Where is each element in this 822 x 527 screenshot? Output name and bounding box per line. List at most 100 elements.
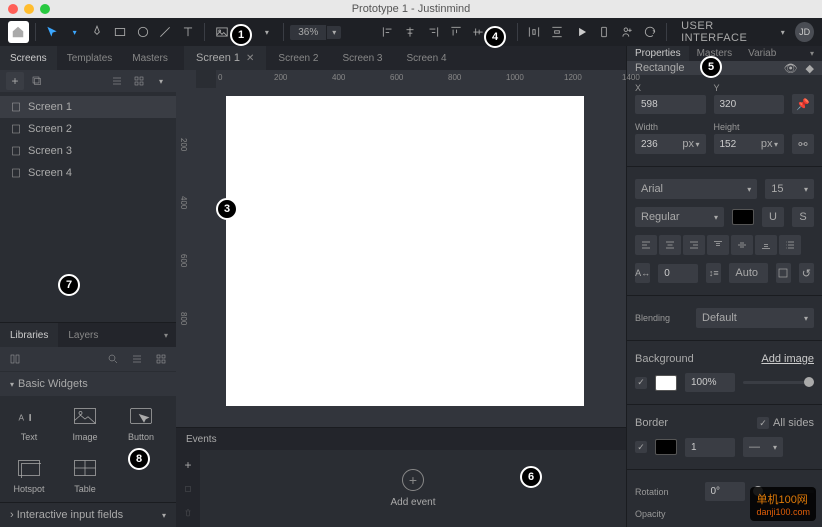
user-avatar[interactable]: JD bbox=[795, 22, 814, 42]
library-search-button[interactable] bbox=[104, 350, 122, 368]
canvas-tab-4[interactable]: Screen 4 bbox=[394, 46, 458, 70]
screen-row-3[interactable]: Screen 3 bbox=[0, 140, 176, 162]
font-weight-select[interactable]: Regular▾ bbox=[635, 207, 724, 227]
rectangle-tool[interactable] bbox=[110, 21, 131, 43]
add-tool[interactable]: + bbox=[234, 21, 255, 43]
background-color-swatch[interactable] bbox=[655, 375, 677, 391]
height-input[interactable] bbox=[720, 139, 760, 150]
text-align-bottom[interactable] bbox=[755, 235, 777, 255]
libraries-tab[interactable]: Libraries bbox=[0, 323, 58, 347]
border-width-input[interactable] bbox=[685, 438, 735, 457]
reset-text-icon[interactable]: ↺ bbox=[799, 263, 814, 283]
widget-section-header[interactable]: ▾Basic Widgets bbox=[0, 372, 176, 396]
text-align-middle[interactable] bbox=[731, 235, 753, 255]
width-input[interactable] bbox=[641, 139, 681, 150]
screen-row-2[interactable]: Screen 2 bbox=[0, 118, 176, 140]
share-button[interactable] bbox=[617, 21, 638, 43]
text-align-top[interactable] bbox=[707, 235, 729, 255]
border-color-swatch[interactable] bbox=[655, 439, 677, 455]
border-style-select[interactable]: —▾ bbox=[743, 437, 783, 457]
canvas[interactable] bbox=[196, 88, 626, 427]
strikethrough-button[interactable]: S bbox=[792, 207, 814, 227]
select-dropdown[interactable]: ▾ bbox=[64, 21, 85, 43]
align-left[interactable] bbox=[377, 21, 398, 43]
line-tool[interactable] bbox=[155, 21, 176, 43]
right-masters-tab[interactable]: Masters bbox=[689, 46, 741, 61]
library-menu-button[interactable] bbox=[6, 350, 24, 368]
align-top[interactable] bbox=[445, 21, 466, 43]
align-center-h[interactable] bbox=[400, 21, 421, 43]
right-tabs-dropdown[interactable]: ▾ bbox=[802, 49, 822, 58]
close-tab-icon[interactable]: ✕ bbox=[246, 53, 254, 64]
add-dropdown[interactable]: ▾ bbox=[257, 21, 278, 43]
widget-button[interactable]: Button bbox=[120, 404, 162, 442]
widget-text[interactable]: AIText bbox=[8, 404, 50, 442]
screens-sort-dropdown[interactable]: ▾ bbox=[152, 72, 170, 90]
add-event-side-button[interactable]: + bbox=[179, 456, 197, 474]
all-sides-checkbox[interactable]: ✓ bbox=[757, 417, 769, 429]
align-middle[interactable] bbox=[468, 21, 489, 43]
copy-event-button[interactable] bbox=[179, 480, 197, 498]
duplicate-screen-button[interactable] bbox=[28, 72, 46, 90]
workspace-select[interactable]: USER INTERFACE▾ bbox=[673, 20, 793, 44]
grid-view-button[interactable] bbox=[130, 72, 148, 90]
add-image-link[interactable]: Add image bbox=[761, 353, 814, 365]
zoom-value[interactable]: 36% bbox=[290, 25, 326, 40]
home-button[interactable] bbox=[8, 21, 29, 43]
x-input[interactable] bbox=[635, 95, 706, 114]
pen-tool[interactable] bbox=[87, 21, 108, 43]
widget-hotspot[interactable]: Hotspot bbox=[8, 456, 50, 494]
add-event-button[interactable]: + bbox=[402, 469, 424, 491]
device-preview[interactable] bbox=[594, 21, 615, 43]
blending-select[interactable]: Default▾ bbox=[696, 308, 814, 328]
select-tool[interactable] bbox=[42, 21, 63, 43]
font-color-swatch[interactable] bbox=[732, 209, 754, 225]
distribute-v[interactable] bbox=[547, 21, 568, 43]
library-grid-view[interactable] bbox=[152, 350, 170, 368]
background-checkbox[interactable]: ✓ bbox=[635, 377, 647, 389]
zoom-dropdown[interactable]: ▾ bbox=[327, 26, 341, 39]
lib-tabs-dropdown[interactable]: ▾ bbox=[156, 331, 176, 340]
rotation-input[interactable] bbox=[705, 482, 745, 501]
play-button[interactable] bbox=[571, 21, 592, 43]
masters-tab[interactable]: Masters bbox=[122, 46, 178, 70]
background-opacity-input[interactable] bbox=[685, 373, 735, 392]
char-spacing-input[interactable] bbox=[658, 264, 698, 283]
close-window[interactable] bbox=[8, 4, 18, 14]
library-list-view[interactable] bbox=[128, 350, 146, 368]
minimize-window[interactable] bbox=[24, 4, 34, 14]
maximize-window[interactable] bbox=[40, 4, 50, 14]
sync-button[interactable] bbox=[640, 21, 661, 43]
delete-event-button[interactable] bbox=[179, 504, 197, 522]
font-family-select[interactable]: Arial▾ bbox=[635, 179, 757, 199]
canvas-tab-1[interactable]: Screen 1✕ bbox=[184, 46, 266, 70]
visibility-icon[interactable]: 👁 bbox=[784, 62, 798, 75]
canvas-tab-2[interactable]: Screen 2 bbox=[266, 46, 330, 70]
background-opacity-slider[interactable] bbox=[743, 381, 814, 384]
layers-tab[interactable]: Layers bbox=[58, 323, 108, 347]
transform-icon[interactable] bbox=[776, 263, 791, 283]
zoom-control[interactable]: 36% ▾ bbox=[290, 25, 341, 40]
font-size-select[interactable]: 15▾ bbox=[765, 179, 814, 199]
library-footer[interactable]: › Interactive input fields▾ bbox=[0, 502, 176, 527]
pin-icon[interactable]: 📌 bbox=[792, 94, 814, 114]
image-tool[interactable] bbox=[211, 21, 232, 43]
ellipse-tool[interactable] bbox=[132, 21, 153, 43]
text-align-left[interactable] bbox=[635, 235, 657, 255]
widget-table[interactable]: Table bbox=[64, 456, 106, 494]
border-checkbox[interactable]: ✓ bbox=[635, 441, 647, 453]
underline-button[interactable]: U bbox=[762, 207, 784, 227]
text-align-center[interactable] bbox=[659, 235, 681, 255]
list-button[interactable] bbox=[779, 235, 801, 255]
properties-tab[interactable]: Properties bbox=[627, 46, 689, 61]
canvas-tab-3[interactable]: Screen 3 bbox=[330, 46, 394, 70]
widget-image[interactable]: Image bbox=[64, 404, 106, 442]
align-right[interactable] bbox=[423, 21, 444, 43]
add-screen-button[interactable]: + bbox=[6, 72, 24, 90]
screen-row-1[interactable]: Screen 1 bbox=[0, 96, 176, 118]
artboard[interactable] bbox=[226, 96, 584, 406]
link-dimensions-icon[interactable]: ⚯ bbox=[792, 134, 814, 154]
lock-icon[interactable]: ◆ bbox=[806, 62, 814, 75]
screens-tab[interactable]: Screens bbox=[0, 46, 57, 70]
templates-tab[interactable]: Templates bbox=[57, 46, 123, 70]
